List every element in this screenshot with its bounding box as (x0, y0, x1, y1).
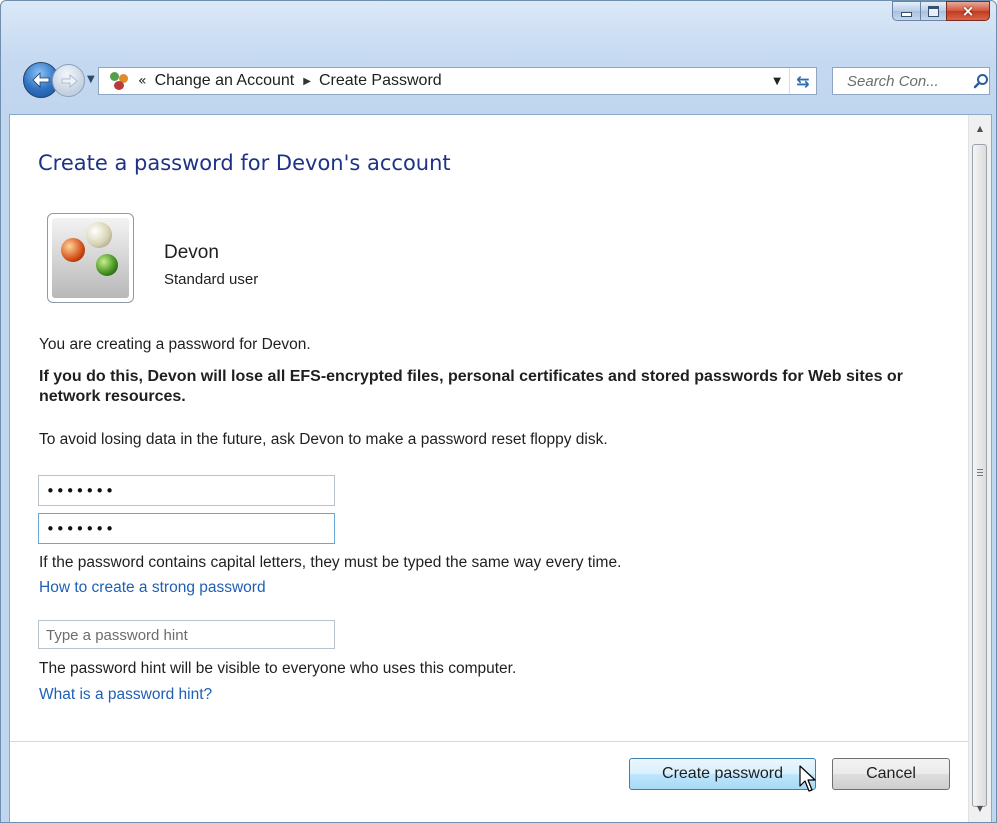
strong-password-link[interactable]: How to create a strong password (39, 579, 266, 597)
user-name: Devon (164, 242, 219, 263)
scroll-up-button[interactable]: ▲ (969, 117, 991, 139)
refresh-icon[interactable]: ⇆ (789, 68, 816, 94)
search-box[interactable] (832, 67, 990, 95)
close-icon: × (961, 1, 975, 20)
user-account-type: Standard user (164, 271, 259, 288)
password-hint-help-link[interactable]: What is a password hint? (39, 686, 212, 704)
hint-visibility-note: The password hint will be visible to eve… (39, 660, 517, 677)
forward-button[interactable] (52, 64, 85, 97)
user-picture-marbles (52, 218, 129, 298)
maximize-icon (928, 5, 939, 17)
page-title: Create a password for Devon's account (38, 151, 451, 175)
breadcrumb-create-password[interactable]: Create Password (319, 72, 442, 90)
back-arrow-icon (32, 72, 50, 88)
user-picture (47, 213, 134, 303)
client-area: Create a password for Devon's account De… (9, 114, 992, 822)
close-button[interactable]: × (946, 1, 990, 21)
vertical-scrollbar[interactable]: ▲ ▼ (968, 115, 991, 822)
capital-letters-note: If the password contains capital letters… (39, 554, 622, 571)
address-dropdown-icon[interactable]: ▼ (773, 76, 781, 87)
breadcrumb-change-account[interactable]: Change an Account (155, 72, 295, 90)
search-input[interactable] (845, 71, 967, 91)
recent-pages-dropdown[interactable]: ▼ (87, 74, 95, 85)
button-separator (10, 741, 968, 742)
scroll-thumb[interactable] (972, 144, 987, 807)
maximize-button[interactable] (920, 1, 947, 21)
new-password-field[interactable] (38, 475, 335, 506)
address-bar[interactable]: « Change an Account ▶ Create Password ▼ … (98, 67, 817, 95)
user-accounts-icon (109, 71, 131, 91)
confirm-password-field[interactable] (38, 513, 335, 544)
minimize-icon (901, 11, 912, 17)
efs-warning: If you do this, Devon will lose all EFS-… (39, 368, 903, 405)
breadcrumb-separator-icon[interactable]: ▶ (303, 76, 311, 87)
reset-disk-advice: To avoid losing data in the future, ask … (39, 431, 608, 448)
forward-arrow-icon (61, 73, 78, 88)
control-panel-window: × ▼ « Change an Account ▶ Create Passwor… (0, 0, 997, 823)
cancel-button[interactable]: Cancel (832, 758, 950, 790)
password-hint-field[interactable] (38, 620, 335, 649)
scroll-grip-icon (977, 469, 983, 476)
create-password-button[interactable]: Create password (629, 758, 816, 790)
scroll-down-button[interactable]: ▼ (969, 797, 991, 819)
caption-buttons: × (892, 1, 990, 21)
intro-text: You are creating a password for Devon. (39, 336, 311, 353)
main-content: Create a password for Devon's account De… (10, 115, 968, 822)
search-icon[interactable] (973, 73, 989, 89)
breadcrumb-overflow[interactable]: « (138, 73, 147, 89)
minimize-button[interactable] (892, 1, 921, 21)
